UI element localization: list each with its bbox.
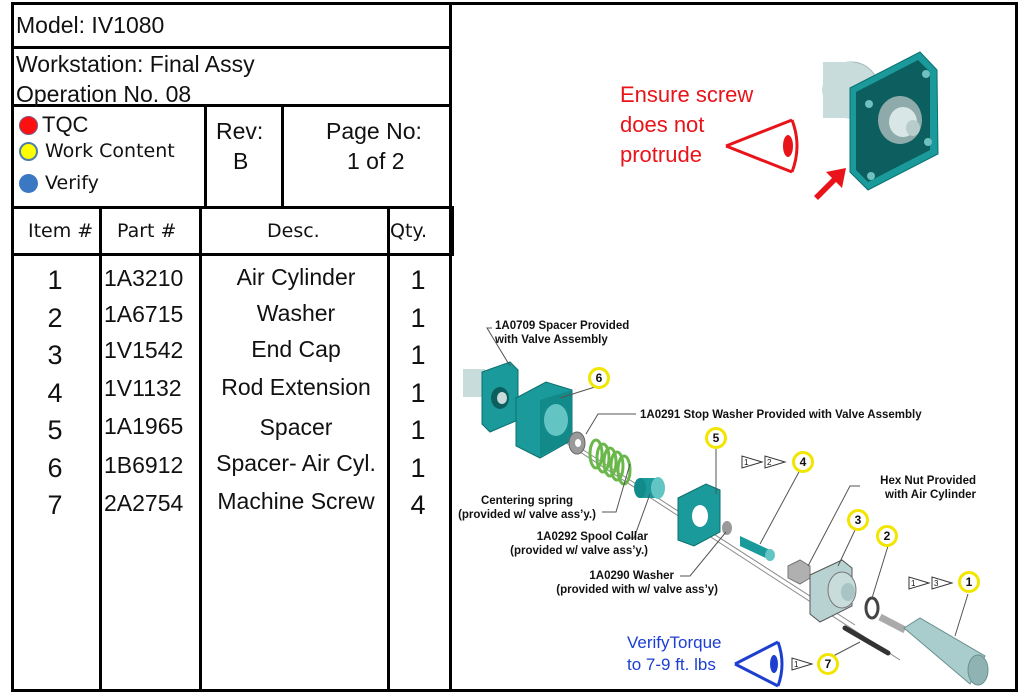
tqc-note-line: protrude xyxy=(620,142,702,167)
callout-washer-0290: 1A0290 Washer (provided with w/ valve as… xyxy=(540,569,718,597)
spacer-air-cyl-part xyxy=(515,381,573,459)
spacer-part xyxy=(677,483,721,547)
callout-line: (provided with w/ valve ass’y) xyxy=(556,584,718,596)
stop-washer-hole xyxy=(575,439,581,447)
callout-hex-nut: Hex Nut Provided with Air Cylinder xyxy=(862,474,976,502)
flag-number: 2 xyxy=(767,458,772,467)
callout-line: Centering spring xyxy=(480,495,573,507)
verify-note: VerifyTorque to 7-9 ft. lbs xyxy=(627,632,722,676)
flag-number: 3 xyxy=(934,579,939,588)
machine-screw-part xyxy=(842,625,891,656)
balloon-2: 2 xyxy=(876,525,898,547)
callout-stop-washer: 1A0291 Stop Washer Provided with Valve A… xyxy=(640,409,922,421)
end-cap-part xyxy=(809,559,857,623)
callout-line: 1A0290 Washer xyxy=(589,570,674,582)
flag-number: 1 xyxy=(911,579,916,588)
balloon-7: 7 xyxy=(817,653,839,675)
hex-nut-part xyxy=(787,559,811,585)
balloon-1: 1 xyxy=(958,571,980,593)
flag-number: 1 xyxy=(794,660,799,669)
balloon-6: 6 xyxy=(588,367,610,389)
red-arrow-icon xyxy=(814,168,846,200)
callout-centering-spring: Centering spring (provided w/ valve ass’… xyxy=(452,494,602,522)
verify-note-line: to 7-9 ft. lbs xyxy=(627,655,716,674)
blue-eye-icon xyxy=(734,640,784,688)
callout-line: with Air Cylinder xyxy=(885,489,976,501)
callout-line: Hex Nut Provided xyxy=(880,475,976,487)
verify-note-line: VerifyTorque xyxy=(627,633,722,652)
washer-0290-part xyxy=(722,521,732,535)
callout-spacer-valve: 1A0709 Spacer Provided with Valve Assemb… xyxy=(495,319,629,347)
valve-spacer-part xyxy=(463,361,519,433)
tqc-note: Ensure screw does not protrude xyxy=(620,80,753,170)
assembly-illustration xyxy=(463,51,989,688)
tqc-note-line: does not xyxy=(620,112,705,137)
callout-line: with Valve Assembly xyxy=(495,334,608,346)
tqc-note-line: Ensure screw xyxy=(620,82,754,107)
callout-line: 1A0709 Spacer Provided xyxy=(495,320,630,332)
balloon-5: 5 xyxy=(705,427,727,449)
rod-extension-part xyxy=(740,536,775,561)
air-cylinder-part xyxy=(878,613,989,686)
centering-spring-part xyxy=(588,438,632,486)
callout-spool-collar: 1A0292 Spool Collar (provided w/ valve a… xyxy=(498,530,648,558)
balloon-3: 3 xyxy=(847,509,869,531)
balloon-4: 4 xyxy=(792,451,814,473)
washer-part xyxy=(864,596,880,620)
callout-line: (provided w/ valve ass’y.) xyxy=(458,509,596,521)
callout-line: (provided w/ valve ass’y.) xyxy=(510,545,648,557)
flag-number: 1 xyxy=(744,458,749,467)
callout-line: 1A0292 Spool Collar xyxy=(536,531,648,543)
